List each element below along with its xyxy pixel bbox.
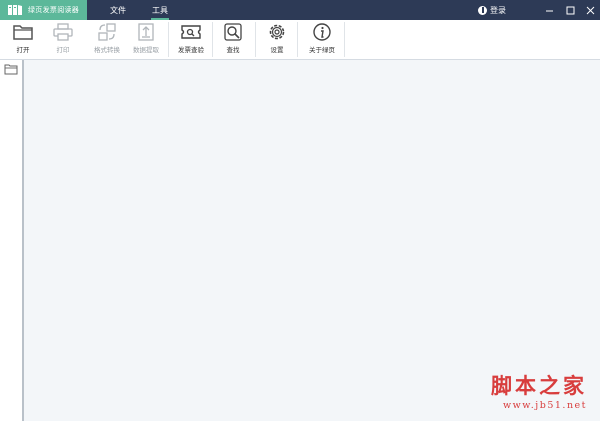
toolbar-divider [344,22,345,57]
open-label: 打开 [16,46,30,54]
print-button[interactable]: 打印 [45,20,81,59]
folder-open-icon [13,25,33,40]
data-extract-icon [138,23,154,41]
close-icon [586,6,594,14]
extract-label: 数据提取 [133,46,159,54]
extract-button[interactable]: 数据提取 [127,20,165,59]
title-bar: 绿页发票阅读器 文件 工具 登录 [0,0,600,20]
settings-label: 设置 [270,46,284,54]
minimize-button[interactable] [540,0,558,20]
folder-icon[interactable] [4,63,18,75]
printer-icon [53,23,73,41]
app-brand: 绿页发票阅读器 [0,0,87,20]
toolbar: 打开 打印 格式转换 数据提取 发票查验 查找 设置 关于绿页 [0,20,600,60]
login-label: 登录 [490,5,506,15]
convert-button[interactable]: 格式转换 [88,20,126,59]
close-button[interactable] [581,0,599,20]
about-label: 关于绿页 [309,46,335,54]
maximize-icon [566,6,574,14]
toolbar-divider [297,22,298,57]
format-convert-icon [98,23,116,41]
verify-label: 发票查验 [178,46,204,54]
verify-button[interactable]: 发票查验 [173,20,209,59]
info-icon [313,23,331,41]
document-view-area[interactable] [24,60,600,421]
find-label: 查找 [226,46,240,54]
watermark: 脚本之家 www.jb51.net [470,370,595,415]
login-button[interactable]: 登录 [478,0,506,20]
menu-file[interactable]: 文件 [110,0,126,20]
search-icon [224,23,242,41]
settings-button[interactable]: 设置 [260,20,294,59]
open-button[interactable]: 打开 [5,20,41,59]
file-panel [0,60,24,421]
about-button[interactable]: 关于绿页 [302,20,342,59]
invoice-verify-icon [181,25,201,39]
app-title: 绿页发票阅读器 [28,6,80,14]
user-info-icon [478,5,487,15]
minimize-icon [545,10,553,11]
maximize-button[interactable] [561,0,579,20]
find-button[interactable]: 查找 [217,20,249,59]
toolbar-divider [212,22,213,57]
convert-label: 格式转换 [94,46,120,54]
gear-icon [269,24,285,40]
watermark-title: 脚本之家 [491,373,587,398]
toolbar-divider [255,22,256,57]
app-logo-icon [8,5,22,15]
toolbar-divider [168,22,169,57]
menu-tools[interactable]: 工具 [151,0,169,20]
print-label: 打印 [56,46,70,54]
watermark-url: www.jb51.net [503,400,587,411]
